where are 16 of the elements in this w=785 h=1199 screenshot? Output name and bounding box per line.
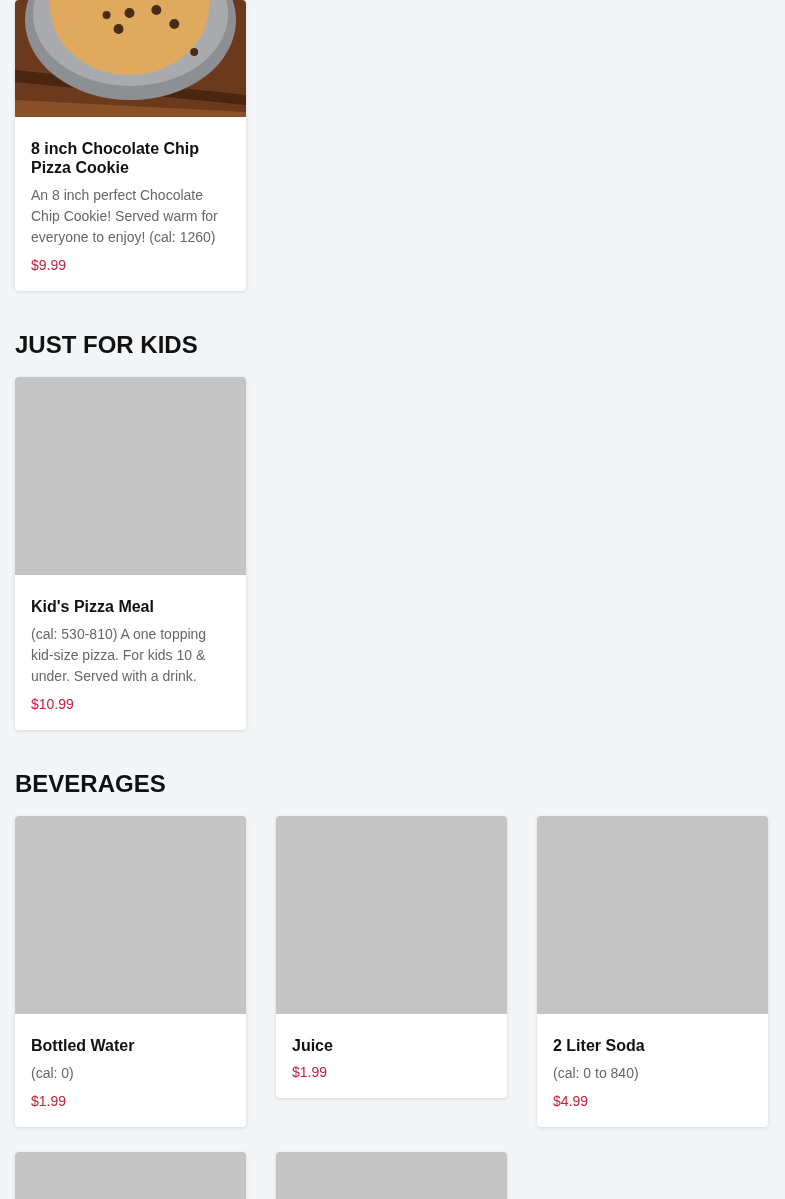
item-price: $10.99 — [31, 695, 75, 713]
item-price: $4.99 — [553, 1092, 590, 1110]
item-title: Juice — [292, 1036, 334, 1055]
item-price: $1.99 — [292, 1063, 329, 1081]
item-description: An 8 inch perfect Chocolate Chip Cookie! Served warm for everyone to enjoy! (cal: 1260) — [31, 186, 219, 247]
item-price: $1.99 — [31, 1092, 68, 1110]
section-heading: BEVERAGES — [15, 770, 167, 798]
item-title: Kid's Pizza Meal — [31, 597, 155, 616]
item-description: (cal: 0 to 840) — [553, 1064, 640, 1083]
item-title: 8 inch Chocolate Chip Pizza Cookie — [31, 139, 200, 177]
section-heading: JUST FOR KIDS — [15, 331, 199, 359]
item-description: (cal: 530-810) A one topping kid-size pizza. For kids 10 & under. Served with a drink. — [31, 625, 208, 686]
item-description: (cal: 0) — [31, 1064, 75, 1083]
item-price: $9.99 — [31, 256, 68, 274]
item-title: Bottled Water — [31, 1036, 136, 1055]
item-title: 2 Liter Soda — [553, 1036, 646, 1055]
